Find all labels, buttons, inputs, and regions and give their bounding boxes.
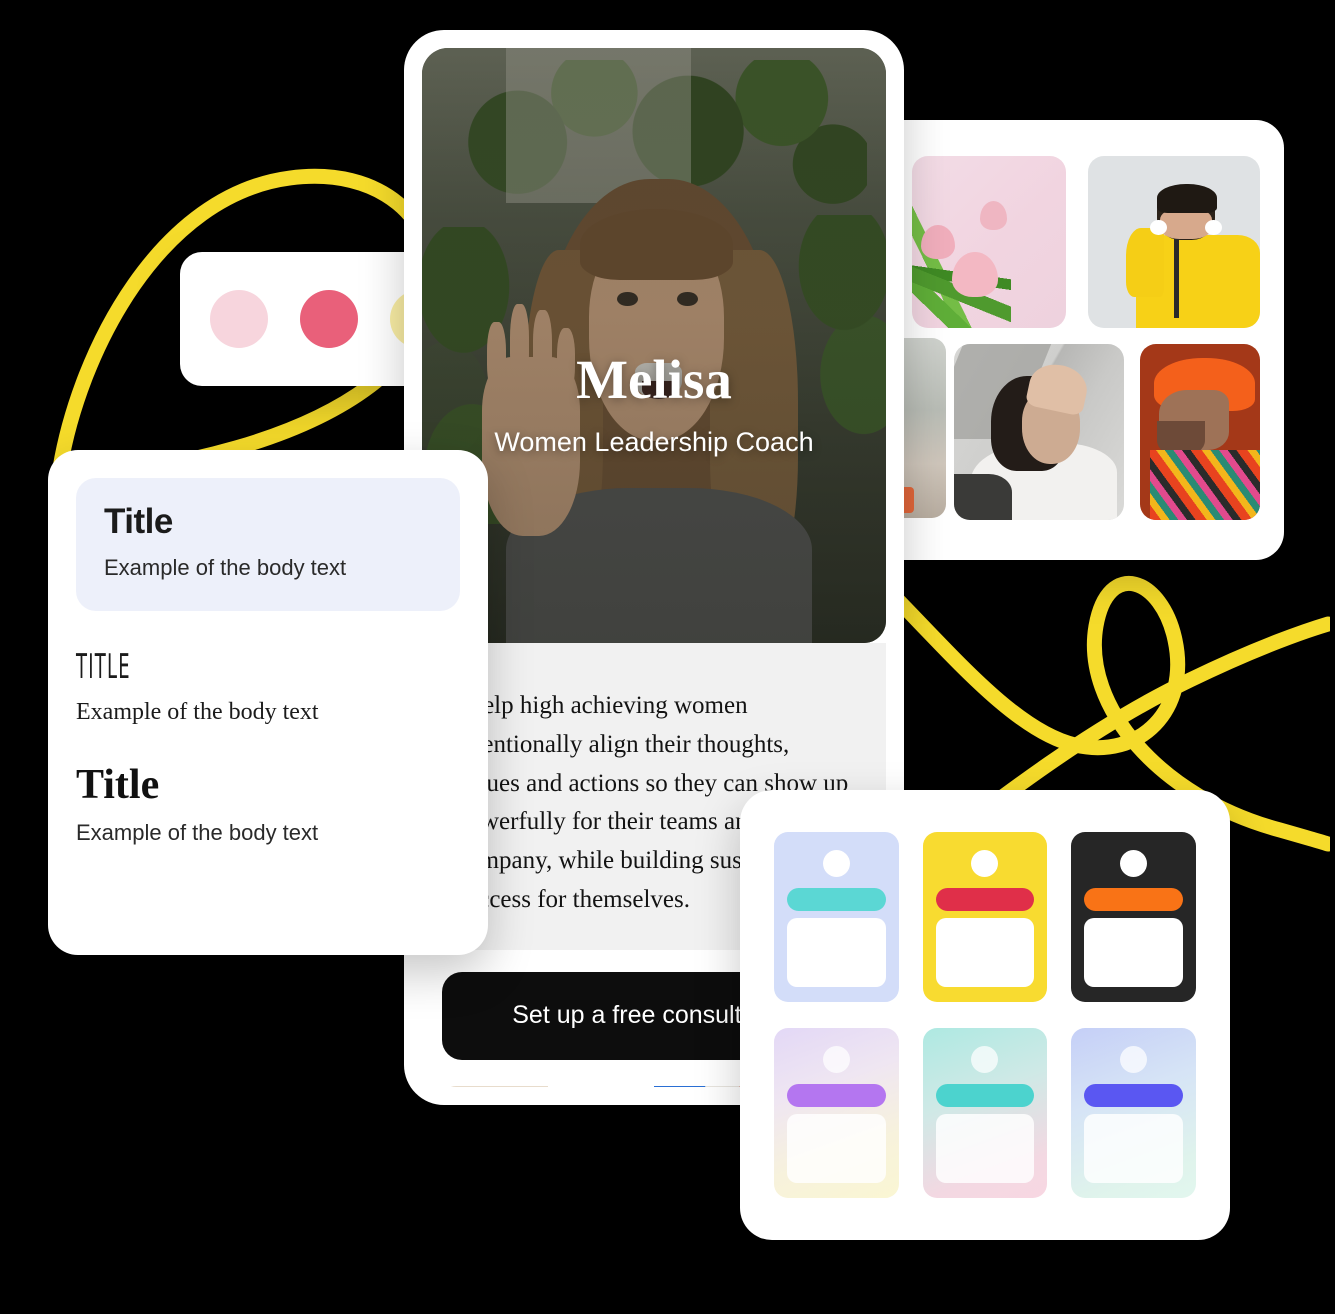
theme-tile-mint-pink[interactable] bbox=[922, 1028, 1048, 1198]
type-sample-body-serif: Example of the body text bbox=[76, 699, 319, 725]
theme-avatar-icon bbox=[822, 850, 850, 877]
type-sample-title-display: TITLE bbox=[76, 645, 131, 687]
theme-accent-bar bbox=[1084, 888, 1183, 911]
swatch-light-pink[interactable] bbox=[210, 290, 268, 348]
theme-tile-periwinkle-mint[interactable] bbox=[1071, 1028, 1196, 1198]
theme-tile-purple-yellow[interactable] bbox=[774, 1028, 899, 1198]
hero-name: Melisa bbox=[576, 349, 732, 410]
type-sample-body-sans-2: Example of the body text bbox=[76, 820, 319, 845]
photo-grid-card bbox=[862, 120, 1284, 560]
theme-avatar-icon bbox=[971, 850, 999, 877]
typography-card: Title Example of the body text TITLE Exa… bbox=[48, 450, 488, 955]
hero-copy: Melisa Women Leadership Coach bbox=[422, 348, 886, 458]
theme-accent-bar bbox=[787, 1084, 886, 1107]
type-sample-title-serif: Title bbox=[76, 762, 160, 808]
theme-accent-bar bbox=[935, 1084, 1035, 1107]
hero-role: Women Leadership Coach bbox=[494, 427, 814, 457]
theme-avatar-icon bbox=[1120, 1046, 1148, 1073]
type-sample-title-sans: Title bbox=[104, 502, 173, 541]
photo-tile-woman-white-shirt[interactable] bbox=[954, 344, 1124, 520]
theme-avatar-icon bbox=[971, 1046, 999, 1073]
photo-tile-yellow-raincoat[interactable] bbox=[1088, 156, 1260, 328]
photo-tile-man-orange-beanie[interactable] bbox=[1140, 344, 1260, 520]
theme-avatar-icon bbox=[1120, 850, 1148, 877]
hero-scrim bbox=[422, 48, 886, 643]
theme-tile-yellow-red[interactable] bbox=[922, 832, 1048, 1002]
theme-tile-black-orange[interactable] bbox=[1071, 832, 1196, 1002]
photo-tile-tulips-on-pink[interactable] bbox=[912, 156, 1066, 328]
strip-tile-stripes bbox=[548, 1085, 654, 1087]
theme-body-block bbox=[1084, 1114, 1183, 1183]
theme-body-block bbox=[1084, 918, 1183, 987]
theme-body-block bbox=[935, 918, 1035, 987]
type-sample-highlighted[interactable]: Title Example of the body text bbox=[76, 478, 460, 611]
theme-body-block bbox=[787, 1114, 886, 1183]
swatch-rose[interactable] bbox=[300, 290, 358, 348]
type-sample-display[interactable]: TITLE Example of the body text bbox=[76, 645, 460, 726]
theme-body-block bbox=[935, 1114, 1035, 1183]
theme-accent-bar bbox=[1084, 1084, 1183, 1107]
color-palette-card bbox=[180, 252, 448, 386]
theme-accent-bar bbox=[935, 888, 1035, 911]
theme-avatar-icon bbox=[822, 1046, 850, 1073]
type-sample-body-sans: Example of the body text bbox=[104, 555, 347, 580]
theme-accent-bar bbox=[787, 888, 886, 911]
type-sample-serif[interactable]: Title Example of the body text bbox=[76, 764, 460, 846]
template-showcase-canvas: Title Example of the body text TITLE Exa… bbox=[0, 0, 1335, 1314]
theme-body-block bbox=[787, 918, 886, 987]
theme-swatch-grid-card bbox=[740, 790, 1230, 1240]
phone-hero-section: Melisa Women Leadership Coach bbox=[422, 48, 886, 643]
strip-tile-architecture bbox=[442, 1085, 548, 1087]
theme-tile-lavender-teal[interactable] bbox=[774, 832, 899, 1002]
